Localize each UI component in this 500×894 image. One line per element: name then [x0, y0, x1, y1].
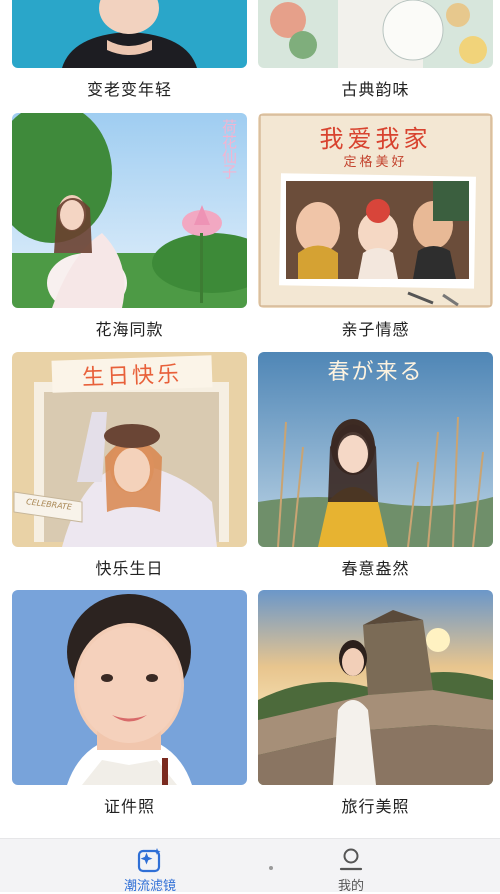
card-flower-sea[interactable]: 荷花仙子 花海同款 [12, 113, 247, 343]
tab-mine[interactable]: 我的 [291, 839, 411, 894]
card-id-photo-thumbnail [12, 590, 247, 785]
card-classical-thumbnail [258, 0, 493, 68]
flower-overlay-text: 荷花仙子 [220, 119, 238, 179]
card-birthday[interactable]: 生日快乐 CELEBRATE 快乐生日 [12, 352, 247, 582]
card-birthday-label: 快乐生日 [95, 559, 164, 578]
card-family-label: 亲子情感 [341, 320, 410, 339]
card-spring-label: 春意盎然 [341, 559, 410, 578]
tab-trending-filters[interactable]: 潮流滤镜 [90, 839, 210, 894]
card-classical-label: 古典韵味 [341, 80, 410, 99]
tab-trending-filters-label: 潮流滤镜 [123, 879, 176, 894]
card-classical[interactable]: 古典韵味 [258, 0, 493, 105]
bottom-tab-bar: 潮流滤镜 我的 [0, 838, 500, 894]
card-birthday-thumbnail: 生日快乐 CELEBRATE [12, 352, 247, 547]
family-overlay-title: 我爱我家 [319, 125, 432, 153]
card-travel[interactable]: 旅行美照 [258, 590, 493, 820]
tab-mine-label: 我的 [337, 879, 364, 894]
card-travel-thumbnail [258, 590, 493, 785]
card-flower-sea-label: 花海同款 [95, 320, 164, 339]
birthday-overlay-title: 生日快乐 [51, 355, 213, 393]
card-spring-thumbnail: 春が来る [258, 352, 493, 547]
card-flower-sea-thumbnail: 荷花仙子 [12, 113, 247, 308]
card-family-thumbnail: 我爱我家 定格美好 [258, 113, 493, 308]
family-overlay-subtitle: 定格美好 [343, 155, 408, 170]
card-id-photo[interactable]: 证件照 [12, 590, 247, 820]
spring-overlay-title: 春が来る [327, 360, 424, 385]
card-aging-label: 变老变年轻 [86, 80, 172, 99]
card-travel-label: 旅行美照 [341, 797, 410, 816]
page-indicator-dot [269, 866, 273, 870]
person-icon [339, 848, 363, 871]
card-spring[interactable]: 春が来る 春意盎然 [258, 352, 493, 582]
sparkle-square-icon [137, 848, 161, 873]
card-aging-thumbnail [12, 0, 247, 68]
card-aging[interactable]: 变老变年轻 [12, 0, 247, 105]
card-id-photo-label: 证件照 [103, 797, 155, 816]
card-family[interactable]: 我爱我家 定格美好 亲子情感 [258, 113, 493, 343]
